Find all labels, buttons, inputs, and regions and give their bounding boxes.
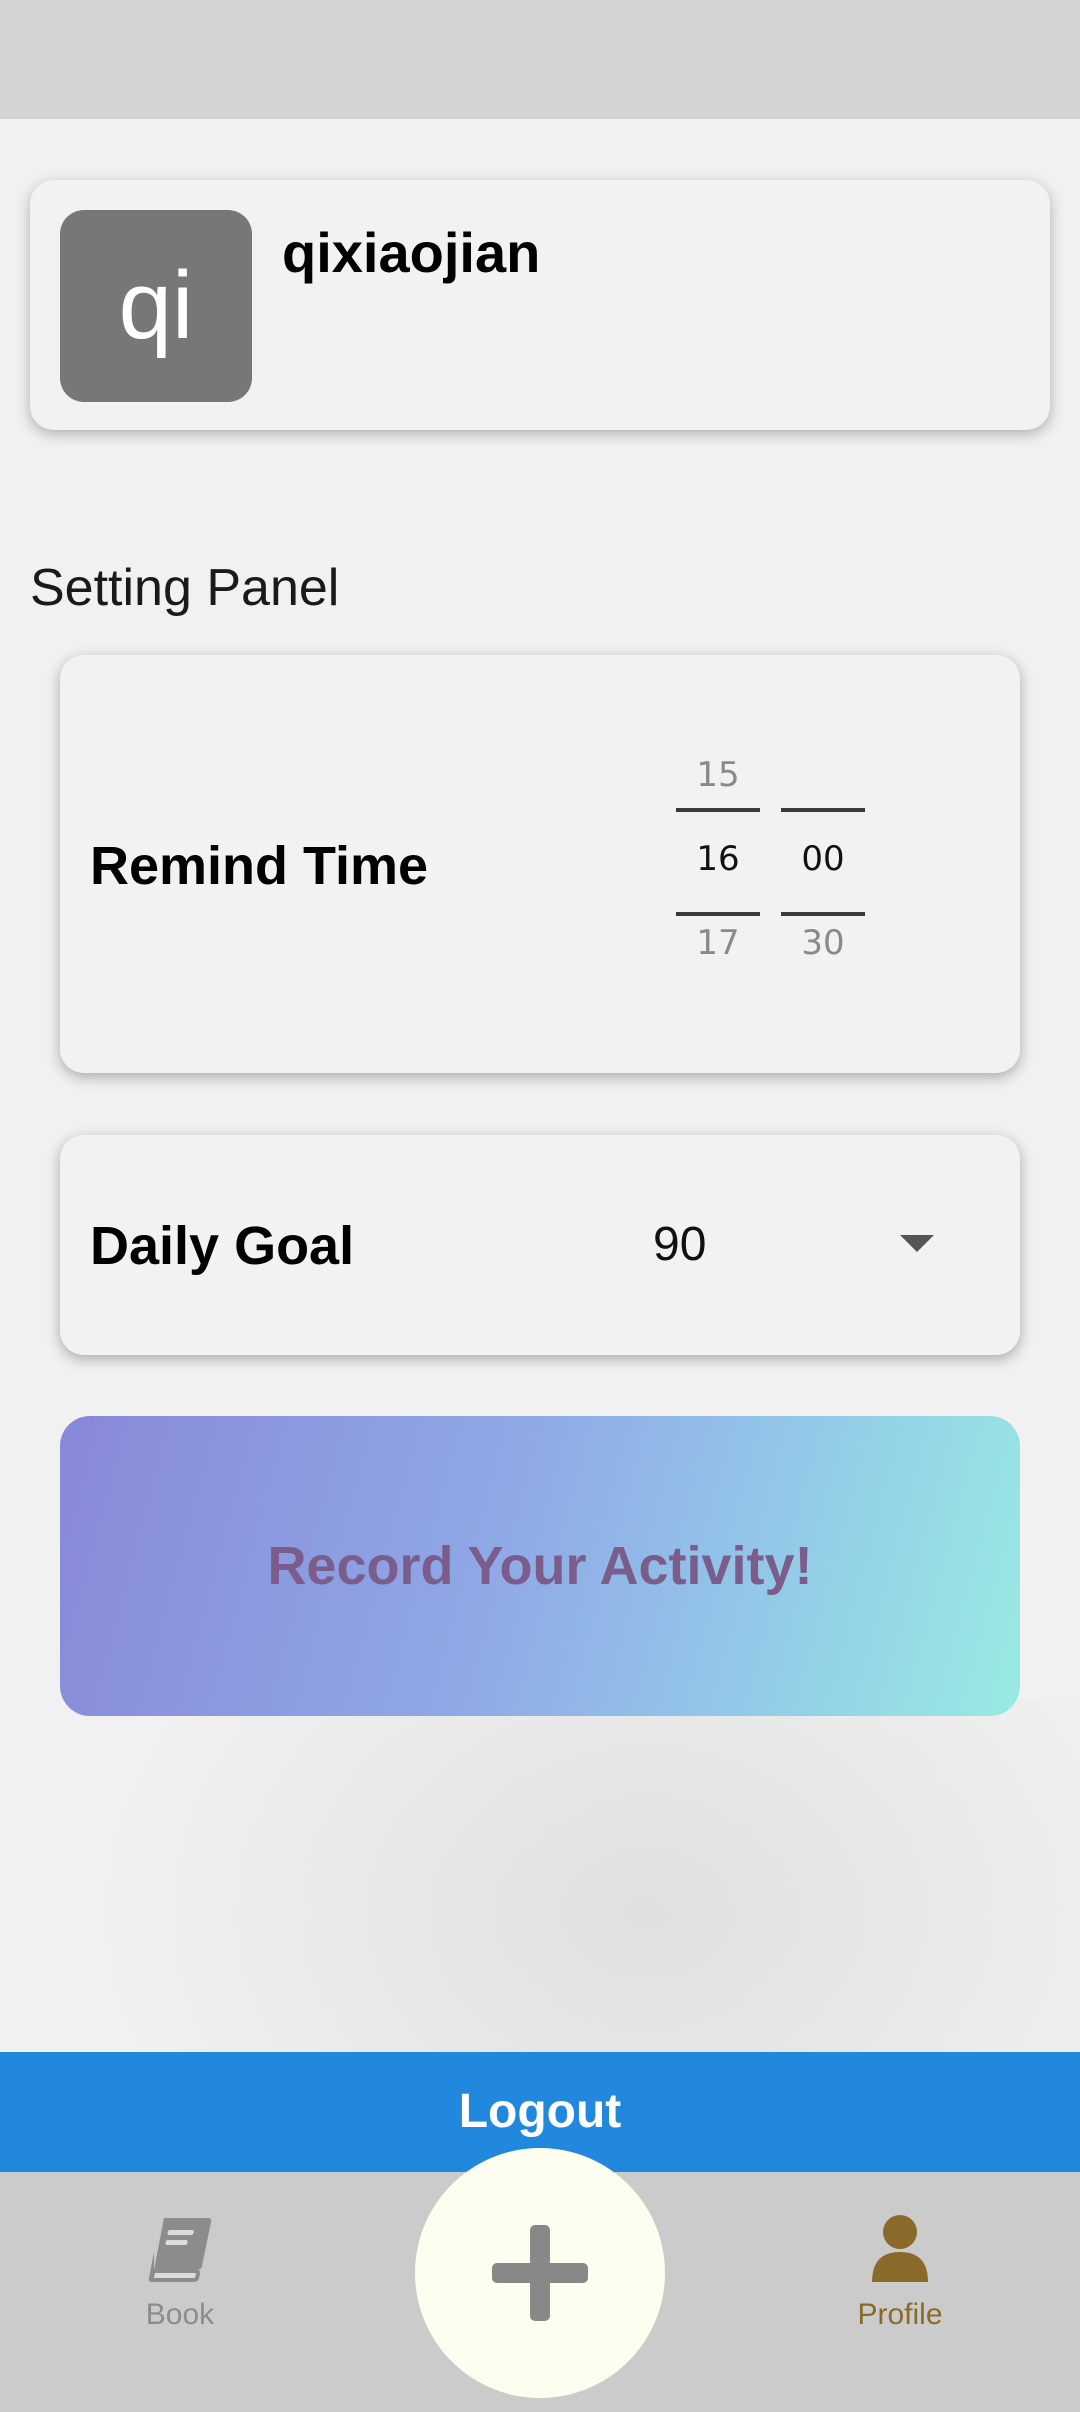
setting-panel-title: Setting Panel [30, 559, 340, 617]
record-activity-label: Record Your Activity! [267, 1536, 813, 1596]
dropdown-arrow-icon[interactable] [900, 1235, 934, 1252]
daily-goal-label: Daily Goal [90, 1216, 355, 1276]
nav-profile-label: Profile [857, 2298, 943, 2331]
hour-current-value[interactable]: 16 [676, 839, 760, 879]
nav-profile-tab[interactable]: Profile [800, 2212, 1000, 2352]
hour-prev-value[interactable]: 15 [676, 755, 760, 795]
nav-book-label: Book [145, 2298, 215, 2331]
person-icon [872, 2215, 928, 2282]
add-button[interactable] [415, 2148, 665, 2398]
minute-picker-bottom-divider [781, 912, 865, 916]
daily-goal-card: Daily Goal 90 [60, 1135, 1020, 1355]
hour-picker-top-divider [676, 808, 760, 812]
hour-picker-bottom-divider [676, 912, 760, 916]
username: qixiaojian [282, 221, 541, 284]
hour-next-value[interactable]: 17 [676, 923, 760, 963]
record-activity-button[interactable]: Record Your Activity! [60, 1416, 1020, 1716]
avatar: qi [60, 210, 252, 402]
minute-picker-top-divider [781, 808, 865, 812]
plus-icon [492, 2225, 588, 2321]
nav-book-tab[interactable]: Book [80, 2212, 280, 2352]
profile-card: qi qixiaojian [30, 180, 1050, 430]
logout-label: Logout [458, 2085, 622, 2138]
minute-current-value[interactable]: 00 [781, 839, 865, 879]
minute-next-value[interactable]: 30 [781, 923, 865, 963]
remind-time-card: Remind Time 15 16 17 00 30 [60, 655, 1020, 1073]
daily-goal-select-value[interactable]: 90 [653, 1217, 706, 1272]
book-icon [148, 2218, 212, 2282]
status-bar [0, 0, 1080, 119]
remind-time-label: Remind Time [90, 836, 429, 896]
